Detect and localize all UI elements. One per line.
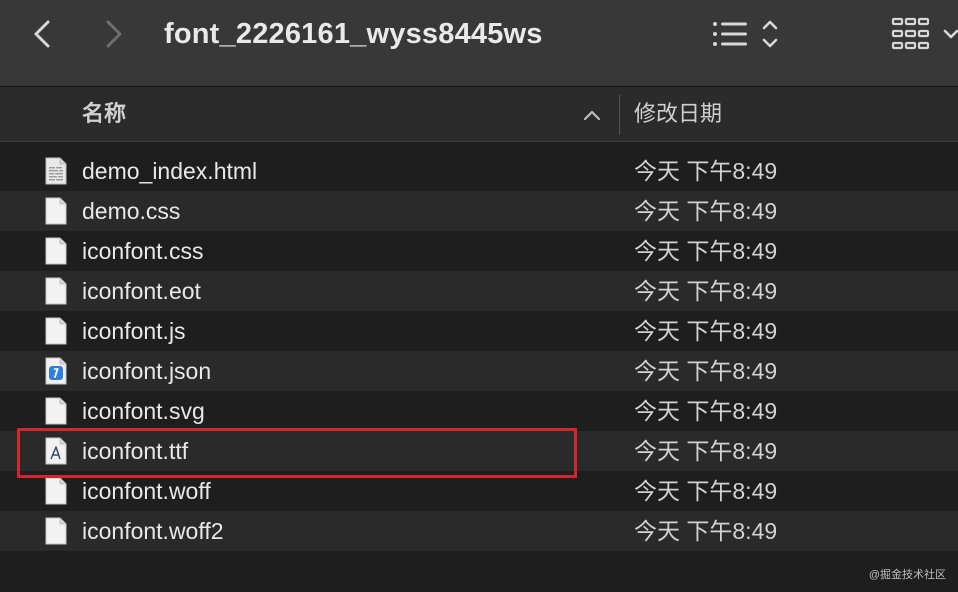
column-name-header[interactable]: 名称 [82, 100, 126, 128]
chevron-up-icon[interactable] [580, 103, 604, 127]
chevron-right-icon [106, 20, 122, 48]
document-file-icon [45, 237, 67, 265]
column-date-modified-header[interactable]: 修改日期 [634, 100, 722, 128]
column-divider[interactable] [619, 95, 620, 135]
file-date: 今天 下午8:49 [634, 318, 778, 344]
document-file-icon [45, 277, 67, 305]
document-file-icon [45, 477, 67, 505]
chevron-left-icon [34, 20, 50, 48]
icon-view-button[interactable] [888, 14, 958, 54]
document-file-icon [45, 317, 67, 345]
file-name: iconfont.css [82, 238, 204, 264]
file-date: 今天 下午8:49 [634, 198, 778, 224]
file-row[interactable]: iconfont.svg 今天 下午8:49 [0, 391, 958, 431]
file-name: iconfont.svg [82, 398, 205, 424]
watermark: @掘金技术社区 [868, 569, 946, 581]
file-row[interactable]: iconfont.json 今天 下午8:49 [0, 351, 958, 391]
file-row[interactable]: iconfont.js 今天 下午8:49 [0, 311, 958, 351]
html-file-icon [45, 157, 67, 185]
file-row[interactable]: iconfont.woff 今天 下午8:49 [0, 471, 958, 511]
window-title: font_2226161_wyss8445ws [164, 18, 543, 50]
document-file-icon [45, 197, 67, 225]
icon-grid-view-icon [891, 17, 958, 50]
finder-window: font_2226161_wyss8445ws 名称 修改日期 demo_ind… [0, 0, 958, 592]
file-name: iconfont.js [82, 318, 186, 344]
file-date: 今天 下午8:49 [634, 278, 778, 304]
file-date: 今天 下午8:49 [634, 238, 778, 264]
file-name: demo.css [82, 198, 181, 224]
file-name: iconfont.woff [82, 478, 211, 504]
file-row[interactable]: iconfont.ttf 今天 下午8:49 [0, 431, 958, 471]
file-name: iconfont.woff2 [82, 518, 224, 544]
document-file-icon [45, 517, 67, 545]
back-button[interactable] [24, 14, 60, 54]
file-row[interactable]: iconfont.eot 今天 下午8:49 [0, 271, 958, 311]
toolbar: font_2226161_wyss8445ws [0, 0, 958, 87]
file-name: iconfont.json [82, 358, 212, 384]
file-date: 今天 下午8:49 [634, 358, 778, 384]
font-file-icon [45, 437, 67, 465]
list-view-icon [713, 20, 778, 48]
file-row[interactable]: iconfont.woff2 今天 下午8:49 [0, 511, 958, 551]
file-date: 今天 下午8:49 [634, 478, 778, 504]
file-row[interactable]: demo.css 今天 下午8:49 [0, 191, 958, 231]
file-list: demo_index.html 今天 下午8:49 demo.css 今天 下午… [0, 151, 958, 551]
file-name: demo_index.html [82, 158, 258, 184]
file-date: 今天 下午8:49 [634, 398, 778, 424]
list-view-button[interactable] [708, 14, 788, 54]
file-name: iconfont.eot [82, 278, 201, 304]
file-name: iconfont.ttf [82, 438, 189, 464]
file-row[interactable]: demo_index.html 今天 下午8:49 [0, 151, 958, 191]
forward-button[interactable] [96, 14, 132, 54]
document-file-icon [45, 397, 67, 425]
json-file-icon [45, 357, 67, 385]
file-row[interactable]: iconfont.css 今天 下午8:49 [0, 231, 958, 271]
file-date: 今天 下午8:49 [634, 518, 778, 544]
column-header: 名称 修改日期 [0, 87, 958, 142]
file-date: 今天 下午8:49 [634, 438, 778, 464]
file-date: 今天 下午8:49 [634, 158, 778, 184]
